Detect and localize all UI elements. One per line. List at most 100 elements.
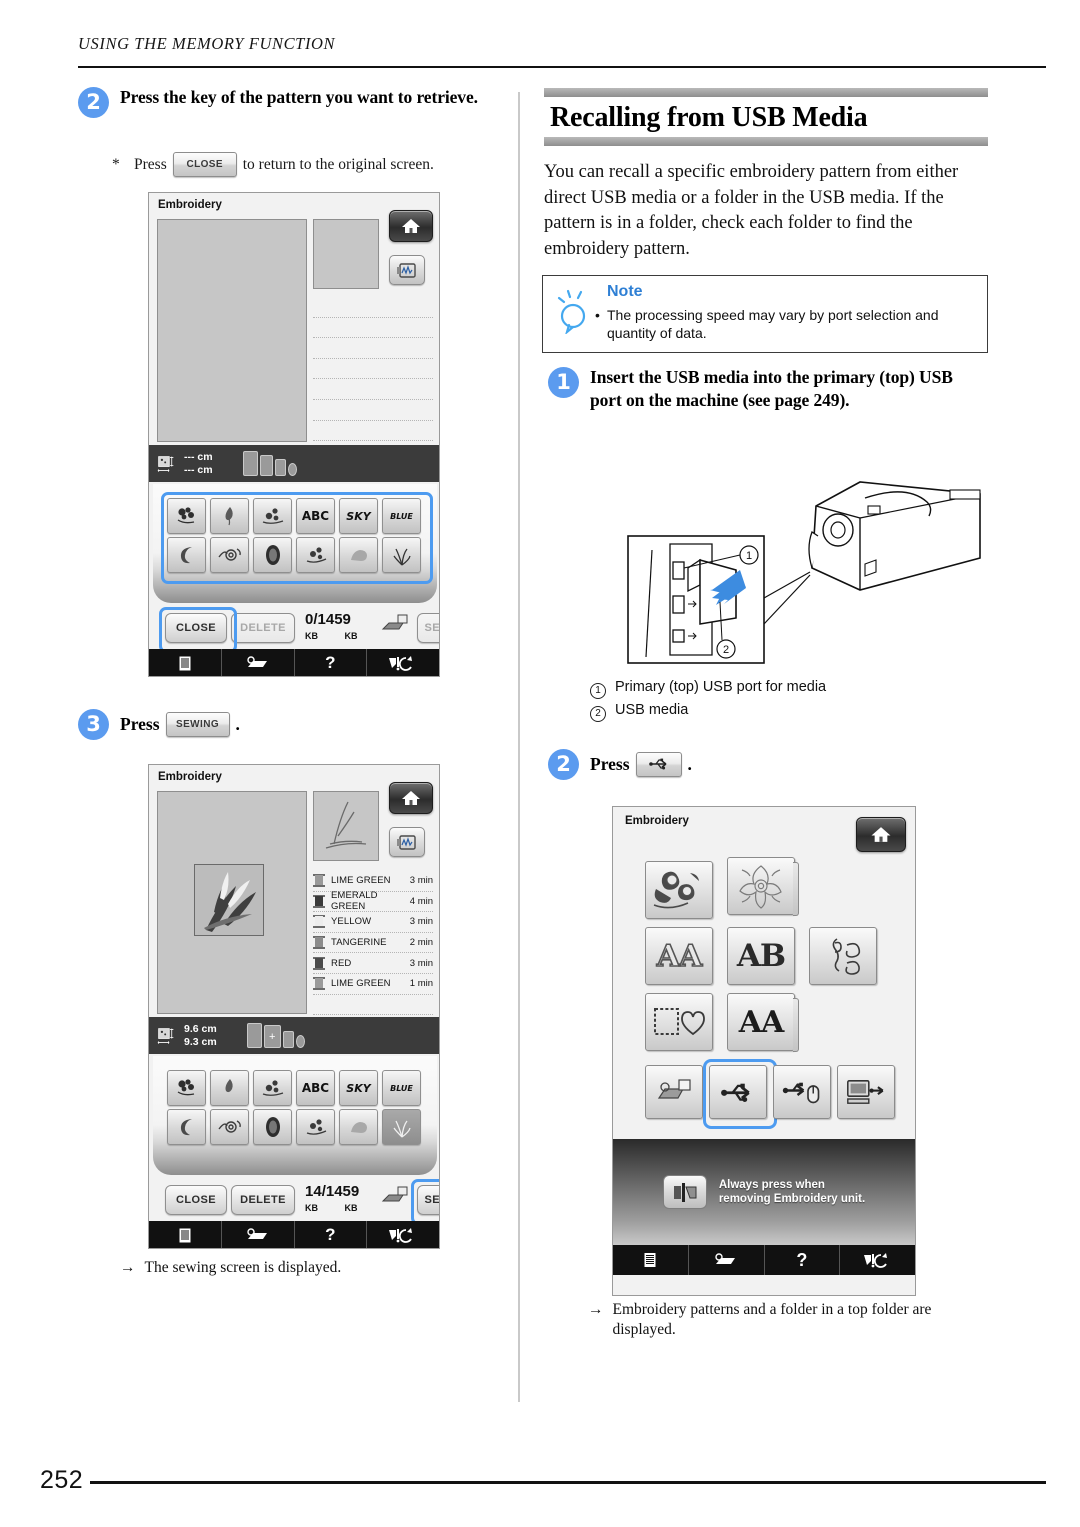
pattern-key-12[interactable] (382, 537, 421, 573)
screen1-taskbar[interactable]: ? (149, 649, 439, 676)
machine-memory-icon (657, 1079, 691, 1099)
close-keycap[interactable]: CLOSE (172, 152, 237, 177)
help-icon[interactable]: ? (295, 1221, 368, 1248)
screen1-size-height: --- cm (184, 463, 213, 476)
usb-keycap[interactable] (635, 751, 682, 777)
pattern-key-5[interactable]: SKY (339, 1070, 378, 1106)
close-button[interactable]: CLOSE (165, 1185, 227, 1215)
hoop-size-indicator (242, 451, 297, 476)
screen2-size-readout: 9.6 cm 9.3 cm (184, 1023, 217, 1049)
needle-info-icon[interactable] (840, 1245, 915, 1275)
pattern-key-3[interactable] (253, 498, 292, 534)
arrow-glyph: → (588, 1301, 604, 1318)
lcd-screen-sewing-ready[interactable]: Embroidery LIME GREEN 3 min EMERALD GREE… (148, 764, 440, 1249)
lightbulb-icon (557, 289, 586, 334)
close-button[interactable]: CLOSE (165, 613, 227, 643)
folder-item-aa-bold[interactable]: AA (727, 993, 799, 1052)
screen2-preview-small (313, 791, 379, 861)
leaf-thumbnail (325, 801, 367, 849)
thread-name: TANGERINE (331, 937, 387, 949)
machine-icon[interactable] (689, 1245, 765, 1275)
help-icon[interactable]: ? (765, 1245, 841, 1275)
pattern-key-11[interactable] (339, 537, 378, 573)
pattern-key-7[interactable] (167, 537, 206, 573)
pattern-key-5[interactable]: SKY (339, 498, 378, 534)
pattern-preview-icon[interactable] (389, 827, 425, 857)
pattern-key-6[interactable]: BLUE (382, 498, 421, 534)
ab-serif-label: AB (736, 938, 786, 974)
pattern-item-aa-outline[interactable]: AA (645, 927, 713, 985)
screen2-taskbar[interactable]: ? (149, 1221, 439, 1248)
pattern-key-2[interactable] (210, 1070, 249, 1106)
pattern-key-11[interactable] (339, 1109, 378, 1145)
needle-info-icon[interactable] (367, 1221, 439, 1248)
delete-button: DELETE (231, 613, 295, 643)
aa-outline-label: AA (656, 938, 703, 975)
pattern-preview-icon[interactable] (389, 255, 425, 285)
usb-mouse-source-key[interactable] (773, 1065, 831, 1119)
document-icon[interactable] (149, 649, 222, 676)
step-3-number-badge: 3 (78, 709, 109, 740)
pattern-key-10[interactable] (296, 1109, 335, 1145)
screen1-title: Embroidery (158, 199, 222, 211)
folder-item-floral-square[interactable] (727, 857, 799, 916)
thread-time: 3 min (409, 957, 433, 969)
right-result-line: → Embroidery patterns and a folder in a … (588, 1300, 988, 1341)
pattern-key-4[interactable]: ABC (296, 1070, 335, 1106)
machine-icon[interactable] (222, 1221, 295, 1248)
computer-usb-source-key[interactable] (837, 1065, 895, 1119)
delete-button[interactable]: DELETE (231, 1185, 295, 1215)
needle-info-icon[interactable] (367, 649, 439, 676)
machine-memory-icon-key[interactable] (645, 1065, 703, 1119)
page-number: 252 (40, 1466, 84, 1494)
footer-rule (90, 1481, 1046, 1484)
home-icon[interactable] (389, 782, 433, 814)
thread-time: 4 min (409, 895, 433, 907)
screen3-taskbar[interactable]: ? (613, 1245, 915, 1275)
section-bar-bottom (544, 137, 988, 146)
thread-row: RED 3 min (313, 953, 433, 974)
lcd-screen-usb-browse[interactable]: Embroidery AA AB AA Always press when re… (612, 806, 916, 1296)
pattern-key-4[interactable]: ABC (296, 498, 335, 534)
pattern-key-2[interactable] (210, 498, 249, 534)
pattern-key-6[interactable]: BLUE (382, 1070, 421, 1106)
thread-name: EMERALD GREEN (331, 890, 378, 913)
document-icon[interactable] (613, 1245, 689, 1275)
pattern-item-monogram-swirl[interactable] (809, 927, 877, 985)
thread-row: LIME GREEN 3 min (313, 871, 433, 892)
section-title: Recalling from USB Media (550, 102, 868, 133)
pattern-item-frame-heart[interactable] (645, 993, 713, 1051)
sewing-keycap[interactable]: SEWING (165, 711, 230, 737)
pattern-key-8[interactable] (210, 1109, 249, 1145)
thread-row-empty (313, 995, 433, 1016)
screen1-preview-small (313, 219, 379, 289)
pattern-key-1[interactable] (167, 498, 206, 534)
note-title: Note (607, 283, 643, 300)
pattern-item-sunflower[interactable] (645, 861, 713, 919)
step-2-left: 2 Press the key of the pattern you want … (78, 86, 498, 118)
usb-icon (721, 1083, 750, 1102)
thread-row: EMERALD GREEN 4 min (313, 890, 433, 913)
screen1-thread-placeholder (313, 297, 433, 442)
pattern-key-9[interactable] (253, 537, 292, 573)
help-icon[interactable]: ? (295, 649, 368, 676)
pattern-key-9[interactable] (253, 1109, 292, 1145)
pattern-item-ab-serif[interactable]: AB (727, 927, 795, 985)
pattern-key-8[interactable] (210, 537, 249, 573)
pattern-key-1[interactable] (167, 1070, 206, 1106)
pattern-key-3[interactable] (253, 1070, 292, 1106)
sewing-button[interactable]: SEWING (417, 1185, 439, 1215)
pattern-key-7[interactable] (167, 1109, 206, 1145)
document-icon[interactable] (149, 1221, 222, 1248)
embroidery-unit-icon[interactable] (662, 1175, 707, 1209)
pattern-key-10[interactable] (296, 537, 335, 573)
usb-source-key-selected[interactable] (709, 1065, 767, 1119)
machine-memory-icon (381, 1186, 408, 1202)
home-icon[interactable] (856, 817, 906, 852)
home-icon[interactable] (389, 210, 433, 242)
lcd-screen-pattern-list[interactable]: Embroidery --- cm --- cm ABC SKY BLUE CL… (148, 192, 440, 677)
pattern-key-12-selected[interactable] (382, 1109, 421, 1145)
spool-icon (313, 977, 325, 991)
machine-icon[interactable] (222, 649, 295, 676)
memory-unit-1: KB (305, 631, 318, 641)
